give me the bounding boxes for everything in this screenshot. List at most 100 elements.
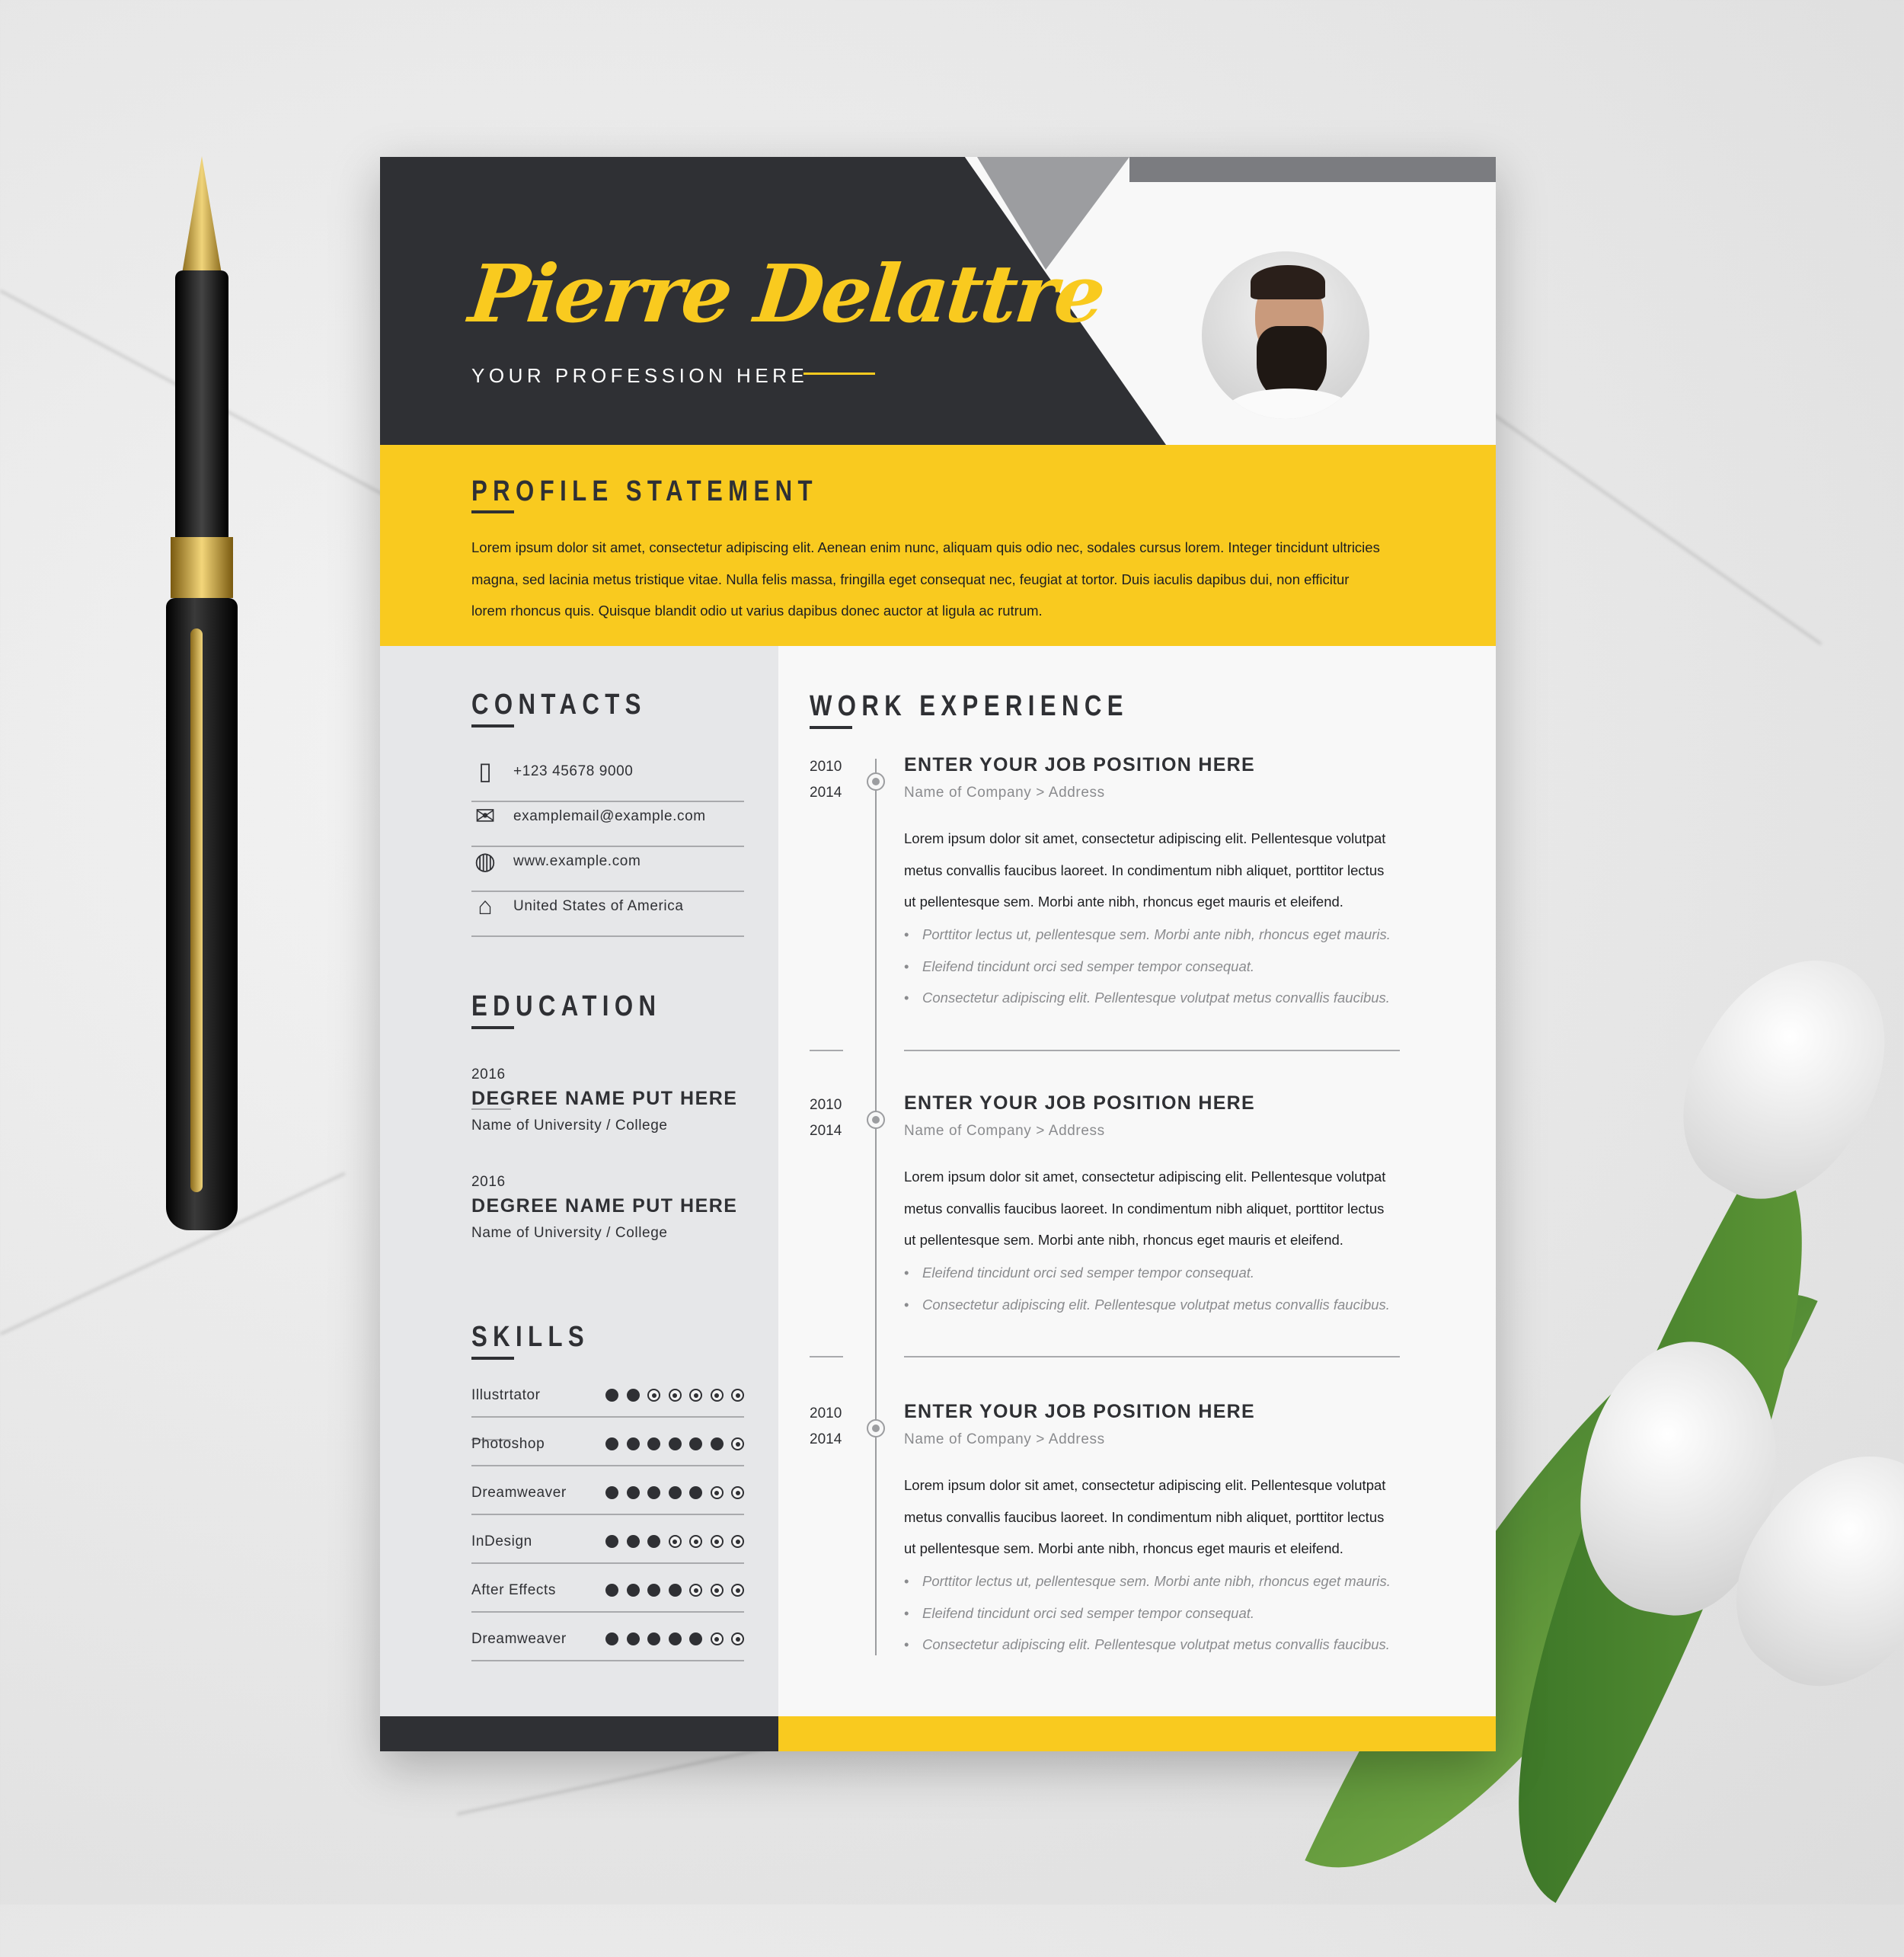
contact-item[interactable]: ✉ examplemail@example.com <box>471 802 744 847</box>
job-bullets: Porttitor lectus ut, pellentesque sem. M… <box>904 1565 1452 1661</box>
divider <box>810 1356 843 1357</box>
home-icon: ⌂ <box>478 892 493 919</box>
skills-heading: SKILLS <box>471 1321 590 1353</box>
skill-row: InDesign <box>471 1530 744 1564</box>
contacts-heading: CONTACTS <box>471 689 647 721</box>
bullet-item: Consectetur adipiscing elit. Pellentesqu… <box>904 1629 1452 1661</box>
pen-grip <box>175 270 228 545</box>
job-years: 2010 2014 <box>810 1401 842 1453</box>
rating-dot-empty <box>710 1389 724 1402</box>
job-bullets: Porttitor lectus ut, pellentesque sem. M… <box>904 919 1452 1014</box>
education-year: 2016 <box>471 1174 506 1190</box>
rating-dot-filled <box>605 1389 618 1402</box>
rating-dot-filled <box>626 1535 640 1548</box>
skill-row: Illustrtator <box>471 1384 744 1418</box>
skill-rating <box>605 1389 744 1402</box>
contact-item[interactable]: ▯ +123 45678 9000 <box>471 757 744 802</box>
heading-underline <box>471 1357 514 1360</box>
profile-line: magna, sed lacinia metus tristique vitae… <box>471 571 1350 587</box>
rating-dot-filled <box>626 1632 640 1645</box>
rating-dot-filled <box>647 1535 660 1548</box>
rating-dot-empty <box>731 1632 744 1645</box>
rating-dot-empty <box>689 1584 702 1597</box>
company-address: Name of Company > Address <box>904 1123 1105 1139</box>
bullet-item: Eleifend tincidunt orci sed semper tempo… <box>904 1597 1452 1629</box>
skill-name: Illustrtator <box>471 1387 541 1403</box>
rating-dot-filled <box>668 1437 682 1450</box>
skill-rating <box>605 1632 744 1645</box>
skill-row: Photoshop <box>471 1433 744 1466</box>
school-name: Name of University / College <box>471 1118 668 1134</box>
rating-dot-empty <box>710 1584 724 1597</box>
rating-dot-empty <box>689 1389 702 1402</box>
rating-dot-filled <box>689 1632 702 1645</box>
candidate-name: Pierre Delattre <box>465 247 1108 341</box>
job-start-year: 2010 <box>810 1405 842 1421</box>
skill-rating <box>605 1486 744 1499</box>
contact-text: examplemail@example.com <box>513 808 706 824</box>
rating-dot-empty <box>731 1389 744 1402</box>
bullet-item: Porttitor lectus ut, pellentesque sem. M… <box>904 919 1452 951</box>
rating-dot-filled <box>605 1632 618 1645</box>
rating-dot-empty <box>731 1535 744 1548</box>
timeline-node-icon <box>867 772 885 791</box>
rating-dot-filled <box>605 1437 618 1450</box>
footer-dark-bar <box>380 1716 778 1751</box>
avatar <box>1202 251 1369 419</box>
description-line: Lorem ipsum dolor sit amet, consectetur … <box>904 830 1386 846</box>
rating-dot-empty <box>647 1389 660 1402</box>
timeline-node-icon <box>867 1111 885 1129</box>
heading-underline <box>471 1026 514 1029</box>
rating-dot-filled <box>647 1584 660 1597</box>
footer-accent-bar <box>778 1716 1496 1751</box>
marble-vein <box>1446 381 1823 645</box>
fountain-pen <box>160 156 244 1230</box>
pen-nib <box>181 156 222 278</box>
profession-underline <box>803 373 875 375</box>
rating-dot-filled <box>626 1437 640 1450</box>
timeline-line <box>875 759 877 1655</box>
rating-dot-empty <box>731 1437 744 1450</box>
skill-rating <box>605 1437 744 1450</box>
pen-ring <box>171 537 233 598</box>
globe-icon: ◍ <box>474 847 496 875</box>
rating-dot-filled <box>647 1437 660 1450</box>
skill-rating <box>605 1584 744 1597</box>
rating-dot-filled <box>689 1486 702 1499</box>
phone-icon: ▯ <box>478 757 492 785</box>
profile-line: Lorem ipsum dolor sit amet, consectetur … <box>471 539 1380 555</box>
job-years: 2010 2014 <box>810 754 842 806</box>
contact-item[interactable]: ◍ www.example.com <box>471 847 744 892</box>
profile-heading: PROFILE STATEMENT <box>471 475 818 507</box>
rating-dot-empty <box>710 1486 724 1499</box>
description-line: metus convallis faucibus laoreet. In con… <box>904 1508 1385 1525</box>
rating-dot-filled <box>668 1584 682 1597</box>
job-title: ENTER YOUR JOB POSITION HERE <box>904 1092 1256 1114</box>
skill-name: Dreamweaver <box>471 1485 567 1501</box>
rating-dot-filled <box>626 1486 640 1499</box>
rating-dot-empty <box>710 1535 724 1548</box>
job-title: ENTER YOUR JOB POSITION HERE <box>904 754 1256 775</box>
rating-dot-empty <box>731 1584 744 1597</box>
timeline-node-icon <box>867 1419 885 1437</box>
contact-text: United States of America <box>513 898 684 914</box>
left-column: CONTACTS ▯ +123 45678 9000 ✉ examplemail@ex… <box>380 646 778 1716</box>
skill-name: Photoshop <box>471 1436 545 1452</box>
rating-dot-filled <box>605 1535 618 1548</box>
bullet-item: Consectetur adipiscing elit. Pellentesqu… <box>904 982 1452 1014</box>
contact-text: www.example.com <box>513 853 641 869</box>
profile-line: lorem rhoncus quis. Quisque blandit odio… <box>471 603 1043 619</box>
description-line: metus convallis faucibus laoreet. In con… <box>904 862 1385 878</box>
description-line: Lorem ipsum dolor sit amet, consectetur … <box>904 1477 1386 1493</box>
divider <box>904 1050 1400 1051</box>
profile-band: PROFILE STATEMENT Lorem ipsum dolor sit … <box>380 445 1496 646</box>
rating-dot-empty <box>710 1632 724 1645</box>
profile-text: Lorem ipsum dolor sit amet, consectetur … <box>471 532 1380 627</box>
education-heading: EDUCATION <box>471 990 662 1022</box>
rating-dot-filled <box>605 1486 618 1499</box>
heading-underline <box>471 510 514 513</box>
company-address: Name of Company > Address <box>904 1431 1105 1447</box>
job-start-year: 2010 <box>810 759 842 775</box>
skill-name: Dreamweaver <box>471 1631 567 1647</box>
contact-item[interactable]: ⌂ United States of America <box>471 892 744 937</box>
